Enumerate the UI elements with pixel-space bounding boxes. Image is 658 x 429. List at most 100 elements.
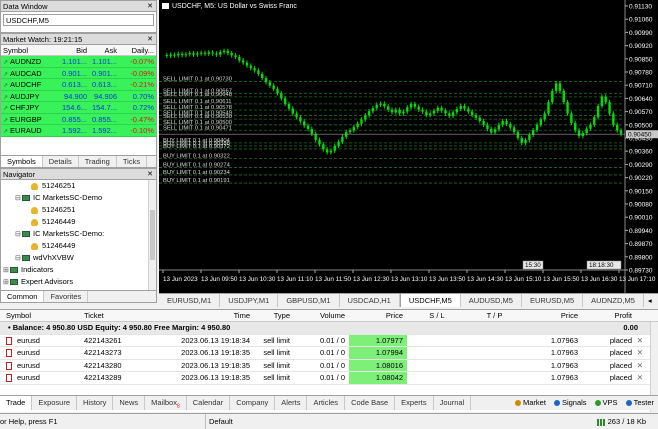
- market-watch-row[interactable]: ↗ AUDNZD 1.101... 1.101... -0.07%: [1, 56, 156, 68]
- column-header-ask[interactable]: Ask: [89, 45, 119, 55]
- price-tick-label: 0.90290: [629, 162, 653, 169]
- tab-symbols[interactable]: Symbols: [1, 156, 43, 167]
- tab-mailbox[interactable]: Mailbox8: [145, 396, 187, 410]
- column-header[interactable]: Type: [254, 310, 294, 321]
- market-watch-row[interactable]: ↗ EURAUD 1.592... 1.592... -0.10%: [1, 125, 156, 137]
- column-header[interactable]: Ticket: [84, 310, 154, 321]
- tab-code-base[interactable]: Code Base: [345, 396, 396, 410]
- tool-tester[interactable]: Tester: [622, 396, 658, 410]
- column-header-daily[interactable]: Daily...: [119, 45, 156, 55]
- expand-icon[interactable]: ⊞: [3, 277, 10, 289]
- tab-company[interactable]: Company: [230, 396, 276, 410]
- navigator-item[interactable]: ⊞ Expert Advisors: [1, 276, 156, 288]
- market-watch-row[interactable]: ↗ AUDCHF 0.613... 0.613... -0.21%: [1, 79, 156, 91]
- time-tick-label: 13 Jun 15:10: [505, 276, 542, 283]
- column-header[interactable]: Profit: [582, 310, 648, 321]
- navigator-item[interactable]: 51246449: [1, 216, 156, 228]
- tool-market[interactable]: Market: [511, 396, 550, 410]
- candle-body: [261, 73, 264, 79]
- market-watch-rows: ↗ AUDNZD 1.101... 1.101... -0.07% ↗ AUDCAD 0.90…: [1, 56, 156, 137]
- order-row[interactable]: eurusd 422143261 2023.06.13 19:18:34 sell l…: [0, 334, 658, 348]
- order-ticket: 422143273: [84, 348, 122, 357]
- order-state-cell: placed ✕: [582, 372, 648, 384]
- column-header-symbol[interactable]: Symbol: [1, 45, 59, 55]
- chart-tab[interactable]: EURUSD,M5: [522, 294, 584, 307]
- column-header[interactable]: S / L: [407, 310, 467, 321]
- chart-tab[interactable]: USDCHF,M5: [399, 294, 461, 307]
- navigator-scrollbar[interactable]: [148, 180, 156, 290]
- navigator-item[interactable]: ⊞ Indicators: [1, 264, 156, 276]
- chart-tab[interactable]: AUDUSD,M5: [461, 294, 522, 307]
- tab-details[interactable]: Details: [43, 156, 79, 167]
- navigator-item[interactable]: ⊟ IC MarketsSC-Demo:: [1, 228, 156, 240]
- tool-vps[interactable]: VPS: [591, 396, 622, 410]
- tab-articles[interactable]: Articles: [307, 396, 346, 410]
- market-watch-row[interactable]: ↗ EURGBP 0.855... 0.855... -0.47%: [1, 113, 156, 125]
- candle-body: [226, 50, 230, 54]
- tab-trading[interactable]: Trading: [79, 156, 117, 167]
- data-window-symbol-select[interactable]: USDCHF,M5: [3, 14, 154, 26]
- price-chart[interactable]: 0.91130 0.91060 0.90990 0.90920 0.90850 0.907…: [159, 0, 658, 293]
- bid-cell: 154.6...: [61, 103, 87, 112]
- order-level-label: BUY LIMIT 0.1 at 0.90234: [163, 170, 231, 176]
- candle-body: [459, 105, 462, 109]
- candle-body: [589, 124, 592, 129]
- navigator-item[interactable]: 51246449: [1, 240, 156, 252]
- order-row[interactable]: eurusd 422143289 2023.06.13 19:18:35 sell l…: [0, 372, 658, 385]
- order-row[interactable]: eurusd 422143280 2023.06.13 19:18:35 sell l…: [0, 359, 658, 373]
- close-icon[interactable]: ✕: [147, 169, 153, 180]
- candle-body: [360, 119, 363, 124]
- time-tick-label: 13 Jun 10:30: [239, 276, 276, 283]
- scrollbar-thumb[interactable]: [150, 210, 155, 260]
- tab-ticks[interactable]: Ticks: [117, 156, 148, 167]
- chart-tab[interactable]: AUDNZD,M5: [583, 294, 644, 307]
- column-header[interactable]: Price: [522, 310, 582, 321]
- market-watch-row[interactable]: ↗ AUDJPY 94.900 94.906 0.70%: [1, 90, 156, 102]
- tab-common[interactable]: Common: [1, 291, 45, 302]
- order-symbol: eurusd: [17, 360, 40, 370]
- close-icon[interactable]: ✕: [147, 1, 153, 12]
- navigator-item-label: wdVhXVBW: [33, 253, 74, 262]
- tab-alerts[interactable]: Alerts: [275, 396, 308, 410]
- chart-tab[interactable]: USDJPY,M1: [220, 294, 279, 307]
- tab-history[interactable]: History: [77, 396, 114, 410]
- tab-exposure[interactable]: Exposure: [32, 396, 78, 410]
- tool-signals[interactable]: Signals: [550, 396, 591, 410]
- tab-scroll-arrows-icon[interactable]: ◂ ▸: [644, 294, 658, 318]
- chart-tab[interactable]: EURUSD,M1: [159, 294, 221, 307]
- chart-tab[interactable]: USDCAD,H1: [340, 294, 400, 307]
- tab-experts[interactable]: Experts: [395, 396, 434, 410]
- tab-calendar[interactable]: Calendar: [187, 396, 231, 410]
- close-order-icon[interactable]: ✕: [637, 335, 643, 348]
- column-header[interactable]: Symbol: [0, 310, 84, 321]
- column-header-bid[interactable]: Bid: [59, 45, 89, 55]
- column-header[interactable]: T / P: [467, 310, 522, 321]
- close-order-icon[interactable]: ✕: [637, 347, 643, 360]
- navigator-item[interactable]: 51246251: [1, 180, 156, 192]
- market-watch-row[interactable]: ↗ CHFJPY 154.6... 154.7... 0.72%: [1, 102, 156, 114]
- chart-canvas[interactable]: 0.91130 0.91060 0.90990 0.90920 0.90850 0.907…: [159, 0, 658, 293]
- order-price: 1.08042: [375, 373, 403, 382]
- navigator-item[interactable]: ⊟ wdVhXVBW: [1, 252, 156, 264]
- market-watch-row[interactable]: ↗ AUDCAD 0.901... 0.901... -0.09%: [1, 67, 156, 79]
- navigator-item[interactable]: ⊟ IC MarketsSC-Demo: [1, 192, 156, 204]
- order-volume-cell: 0.01 / 0: [294, 347, 349, 359]
- tab-trade[interactable]: Trade: [0, 396, 33, 410]
- candle-body: [352, 127, 356, 131]
- close-order-icon[interactable]: ✕: [637, 372, 643, 385]
- tab-journal[interactable]: Journal: [434, 396, 472, 410]
- time-tick-label: 13 Jun 11:50: [315, 276, 351, 283]
- candle-body: [585, 128, 588, 134]
- chart-tab[interactable]: GBPUSD,M1: [278, 294, 340, 307]
- navigator-item[interactable]: 51246251: [1, 204, 156, 216]
- close-icon[interactable]: ✕: [147, 34, 153, 45]
- column-header[interactable]: Volume: [294, 310, 349, 321]
- profile-name[interactable]: Default: [205, 414, 233, 429]
- close-order-icon[interactable]: ✕: [637, 360, 643, 373]
- column-header[interactable]: Price: [349, 310, 407, 321]
- column-header[interactable]: Time: [154, 310, 254, 321]
- candle-body: [364, 115, 367, 120]
- tab-news[interactable]: News: [113, 396, 146, 410]
- order-row[interactable]: eurusd 422143273 2023.06.13 19:18:35 sell l…: [0, 347, 658, 360]
- tab-favorites[interactable]: Favorites: [44, 291, 89, 302]
